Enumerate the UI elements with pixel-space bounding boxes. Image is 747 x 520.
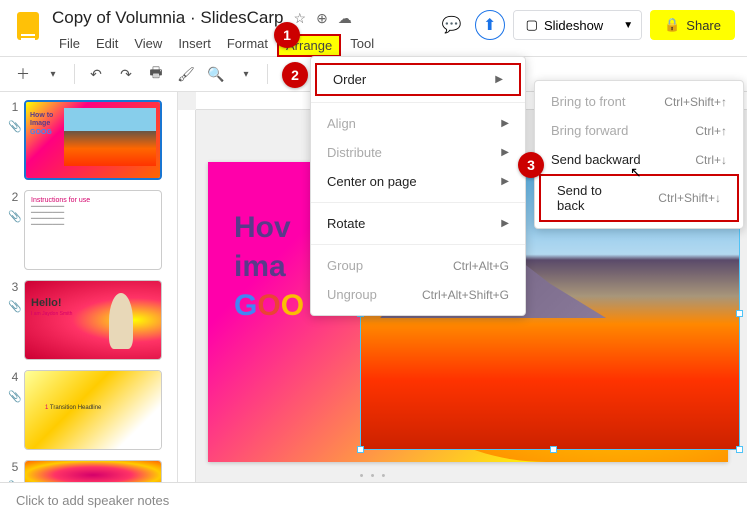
slide-number: 1 [7, 100, 23, 114]
slide-number: 5 [7, 460, 23, 474]
zoom-button[interactable]: 🔍 [203, 61, 229, 87]
clip-icon: 📎 [8, 480, 22, 482]
menu-distribute[interactable]: Distribute▶ [311, 138, 525, 167]
menu-edit[interactable]: Edit [89, 34, 125, 57]
drag-handle-icon[interactable]: • • • [360, 470, 388, 482]
menu-insert[interactable]: Insert [171, 34, 218, 57]
speaker-notes[interactable]: Click to add speaker notes [0, 482, 747, 520]
menu-file[interactable]: File [52, 34, 87, 57]
share-button[interactable]: 🔒 Share [650, 10, 735, 40]
redo-button[interactable]: ↷ [113, 61, 139, 87]
resize-handle-se[interactable] [736, 446, 743, 453]
callout-1: 1 [274, 22, 300, 48]
app-logo[interactable] [12, 6, 44, 46]
new-slide-button[interactable]: ＋ [10, 61, 36, 87]
menu-group[interactable]: GroupCtrl+Alt+G [311, 251, 525, 280]
arrange-menu: Order▶ Align▶ Distribute▶ Center on page… [310, 56, 526, 316]
menu-send-to-back[interactable]: Send to backCtrl+Shift+↓ [539, 174, 739, 222]
menu-tools[interactable]: Tool [343, 34, 381, 57]
slide-thumb-3[interactable]: Hello!I am Jaydon Smith [24, 280, 162, 360]
menu-center-on-page[interactable]: Center on page▶ [311, 167, 525, 196]
menu-rotate[interactable]: Rotate▶ [311, 209, 525, 238]
resize-handle-e[interactable] [736, 310, 743, 317]
undo-button[interactable]: ↶ [83, 61, 109, 87]
slide-number: 2 [7, 190, 23, 204]
callout-3: 3 [518, 152, 544, 178]
ruler-vertical [178, 110, 196, 482]
present-up-button[interactable]: ⬆ [475, 10, 505, 40]
move-icon[interactable]: ⊕ [316, 10, 328, 27]
slideshow-icon: ▢ [526, 17, 538, 33]
star-icon[interactable]: ☆ [294, 10, 307, 27]
cursor-icon: ↖ [630, 164, 642, 181]
clip-icon: 📎 [8, 120, 22, 134]
lock-icon: 🔒 [664, 17, 680, 33]
slide-title-text[interactable]: Hov ima GOO [234, 208, 304, 325]
callout-2: 2 [282, 62, 308, 88]
comments-button[interactable]: 💬 [437, 10, 467, 40]
menu-format[interactable]: Format [220, 34, 275, 57]
zoom-dropdown[interactable]: ▾ [233, 61, 259, 87]
slide-thumb-2[interactable]: Instructions for use━━━━━━━━━━━━━━━━━━━━… [24, 190, 162, 270]
clip-icon: 📎 [8, 390, 22, 404]
menu-bring-to-front[interactable]: Bring to frontCtrl+Shift+↑ [535, 87, 743, 116]
slideshow-button[interactable]: ▢ Slideshow [514, 11, 616, 39]
resize-handle-s[interactable] [550, 446, 557, 453]
menu-view[interactable]: View [127, 34, 169, 57]
clip-icon: 📎 [8, 300, 22, 314]
menu-order[interactable]: Order▶ [315, 63, 521, 96]
separator [74, 64, 75, 84]
menu-ungroup[interactable]: UngroupCtrl+Alt+Shift+G [311, 280, 525, 309]
new-slide-dropdown[interactable]: ▾ [40, 61, 66, 87]
slide-number: 3 [7, 280, 23, 294]
slide-number: 4 [7, 370, 23, 384]
slide-panel: 1 📎 How toImageGOOG 2 📎 Instructions for u… [0, 92, 178, 482]
separator [267, 64, 268, 84]
resize-handle-sw[interactable] [357, 446, 364, 453]
slide-thumb-5[interactable] [24, 460, 162, 482]
order-submenu: Bring to frontCtrl+Shift+↑ Bring forward… [534, 80, 744, 229]
clip-icon: 📎 [8, 210, 22, 224]
menu-bring-forward[interactable]: Bring forwardCtrl+↑ [535, 116, 743, 145]
cloud-status-icon[interactable]: ☁ [338, 10, 352, 27]
doc-title[interactable]: Copy of Volumnia · SlidesCarp [52, 8, 284, 28]
menu-align[interactable]: Align▶ [311, 109, 525, 138]
slide-thumb-1[interactable]: How toImageGOOG [24, 100, 162, 180]
print-button[interactable]: 🖶 [143, 61, 169, 87]
slideshow-dropdown[interactable]: ▼ [615, 11, 641, 39]
paint-format-button[interactable]: 🖌 [173, 61, 199, 87]
slide-thumb-4[interactable]: 1 Transition Headline [24, 370, 162, 450]
